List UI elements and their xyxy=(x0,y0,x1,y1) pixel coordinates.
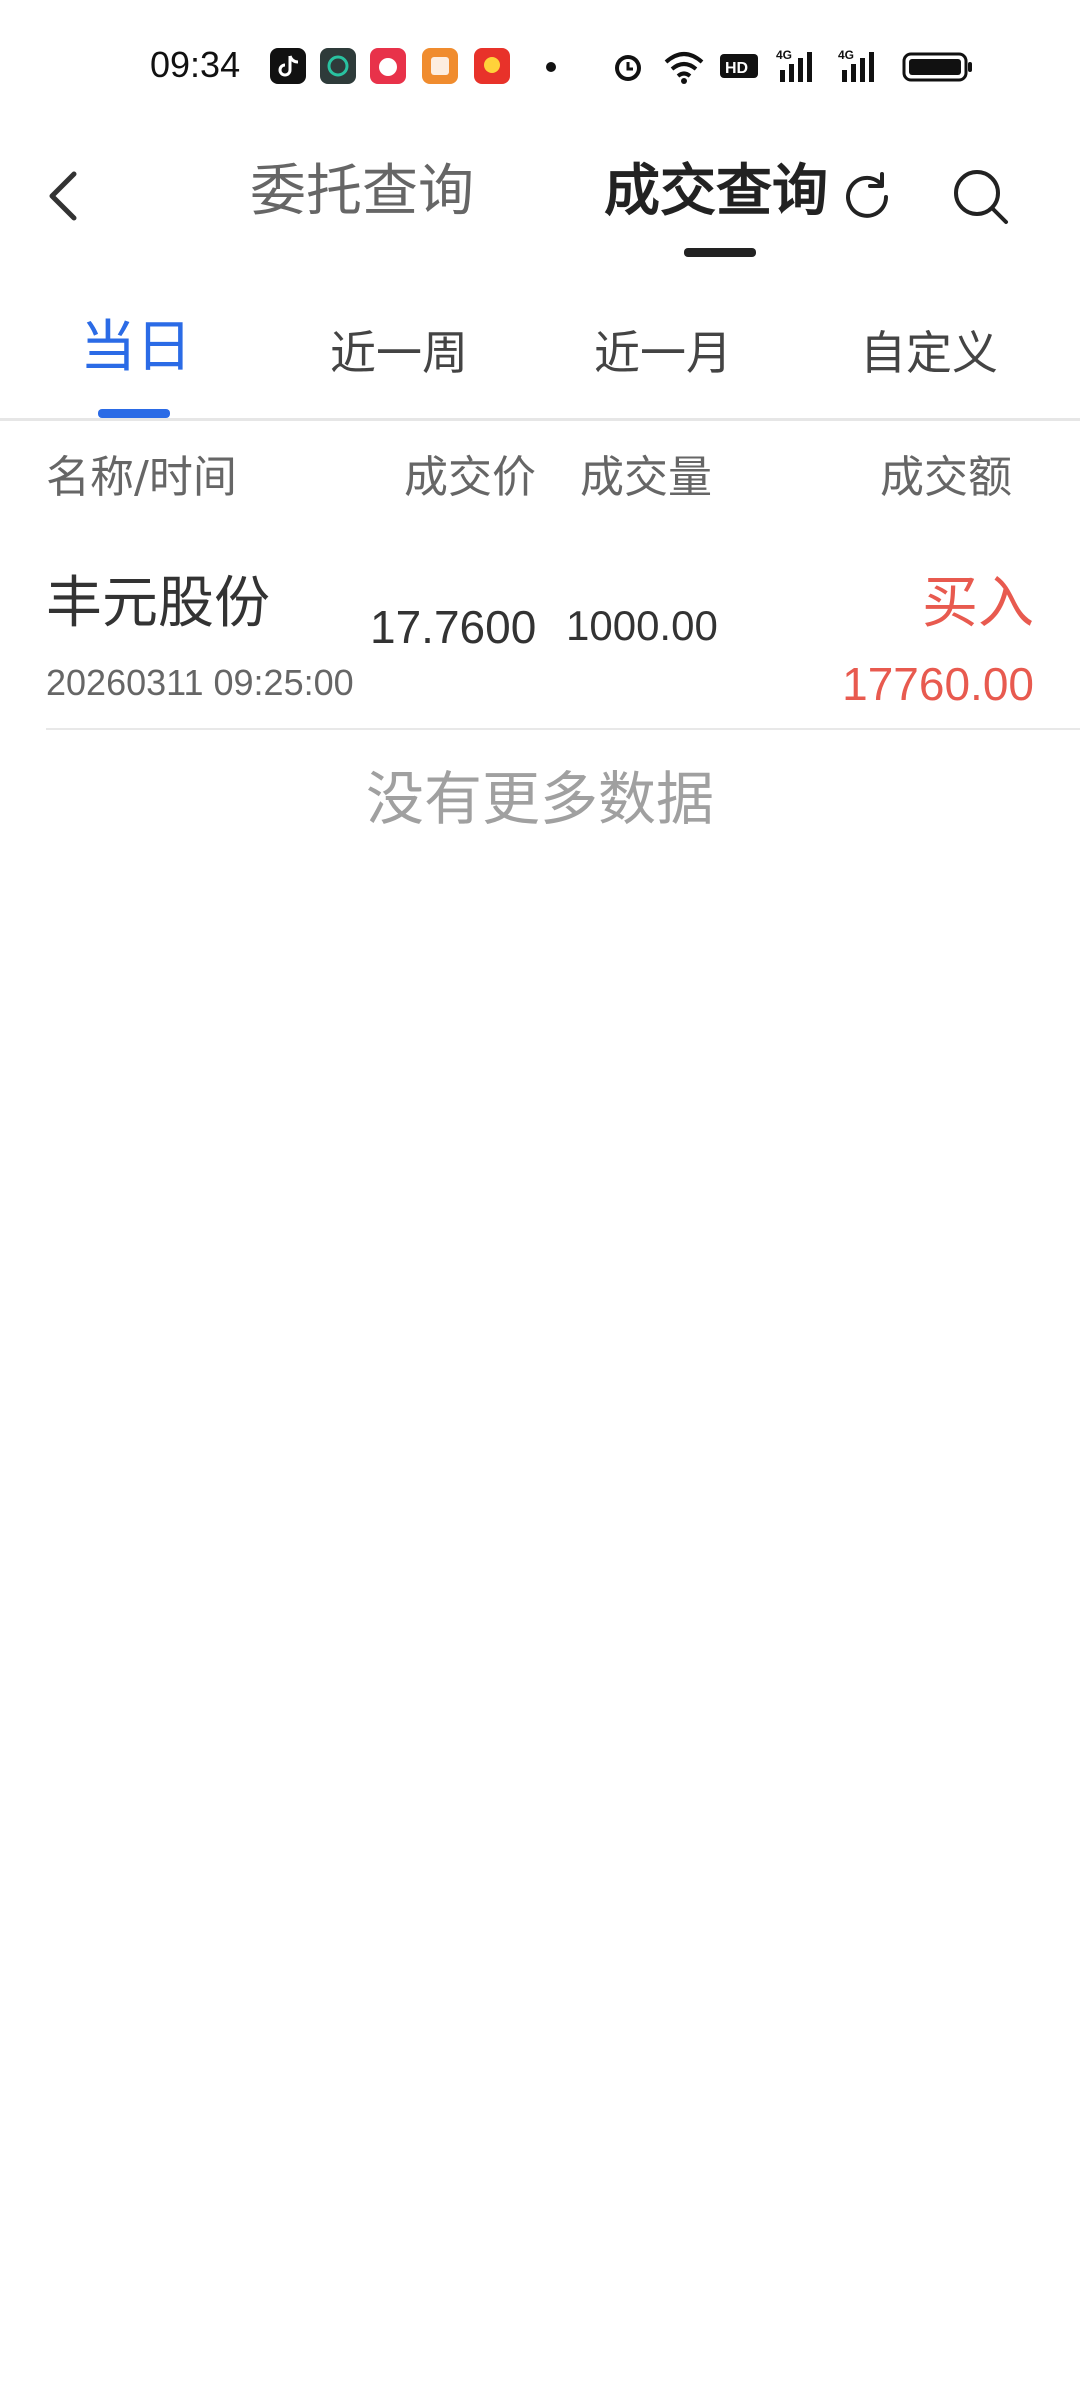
trade-time: 20260311 09:25:00 xyxy=(46,662,354,703)
hd-icon: HD xyxy=(718,46,760,86)
tab-recent-week[interactable]: 近一周 xyxy=(330,323,468,383)
trade-direction: 买入 xyxy=(922,571,1034,636)
tab-entrust-query[interactable]: 委托查询 xyxy=(250,156,474,228)
search-icon[interactable] xyxy=(948,164,1014,230)
no-more-data-text: 没有更多数据 xyxy=(365,765,714,833)
svg-text:4G: 4G xyxy=(776,48,792,62)
tab-today[interactable]: 当日 xyxy=(80,318,192,378)
back-arrow-icon[interactable] xyxy=(40,160,90,232)
trade-price: 17.7600 xyxy=(370,601,537,653)
column-header-volume: 成交量 xyxy=(580,452,712,503)
tab-custom[interactable]: 自定义 xyxy=(860,323,998,383)
alarm-icon xyxy=(610,46,646,86)
divider xyxy=(0,418,1080,421)
column-header-name-time: 名称/时间 xyxy=(46,452,237,503)
toutiao-app-icon xyxy=(474,48,510,84)
signal-4g-icon: 4G xyxy=(838,46,886,86)
status-time: 09:34 xyxy=(150,44,241,85)
trade-volume: 1000.00 xyxy=(566,602,718,649)
svg-text:HD: HD xyxy=(725,60,748,77)
column-header-price: 成交价 xyxy=(404,452,536,503)
battery-icon xyxy=(902,46,974,86)
signal-4g-icon: 4G xyxy=(776,46,824,86)
chatgpt-app-icon xyxy=(320,48,356,84)
stock-name: 丰元股份 xyxy=(46,571,270,636)
column-header-amount: 成交额 xyxy=(880,452,1012,503)
pinduoduo-app-icon xyxy=(370,48,406,84)
douyin-app-icon xyxy=(270,48,306,84)
date-tab-indicator xyxy=(98,409,170,418)
books-app-icon xyxy=(422,48,458,84)
trade-amount: 17760.00 xyxy=(842,658,1034,710)
dot-icon xyxy=(546,62,556,72)
refresh-icon[interactable] xyxy=(836,166,898,228)
svg-text:4G: 4G xyxy=(838,48,854,62)
tab-recent-month[interactable]: 近一月 xyxy=(594,323,732,383)
active-tab-indicator xyxy=(684,248,756,257)
row-divider xyxy=(46,728,1080,730)
tab-trade-query[interactable]: 成交查询 xyxy=(604,156,828,228)
wifi-icon xyxy=(662,46,706,86)
